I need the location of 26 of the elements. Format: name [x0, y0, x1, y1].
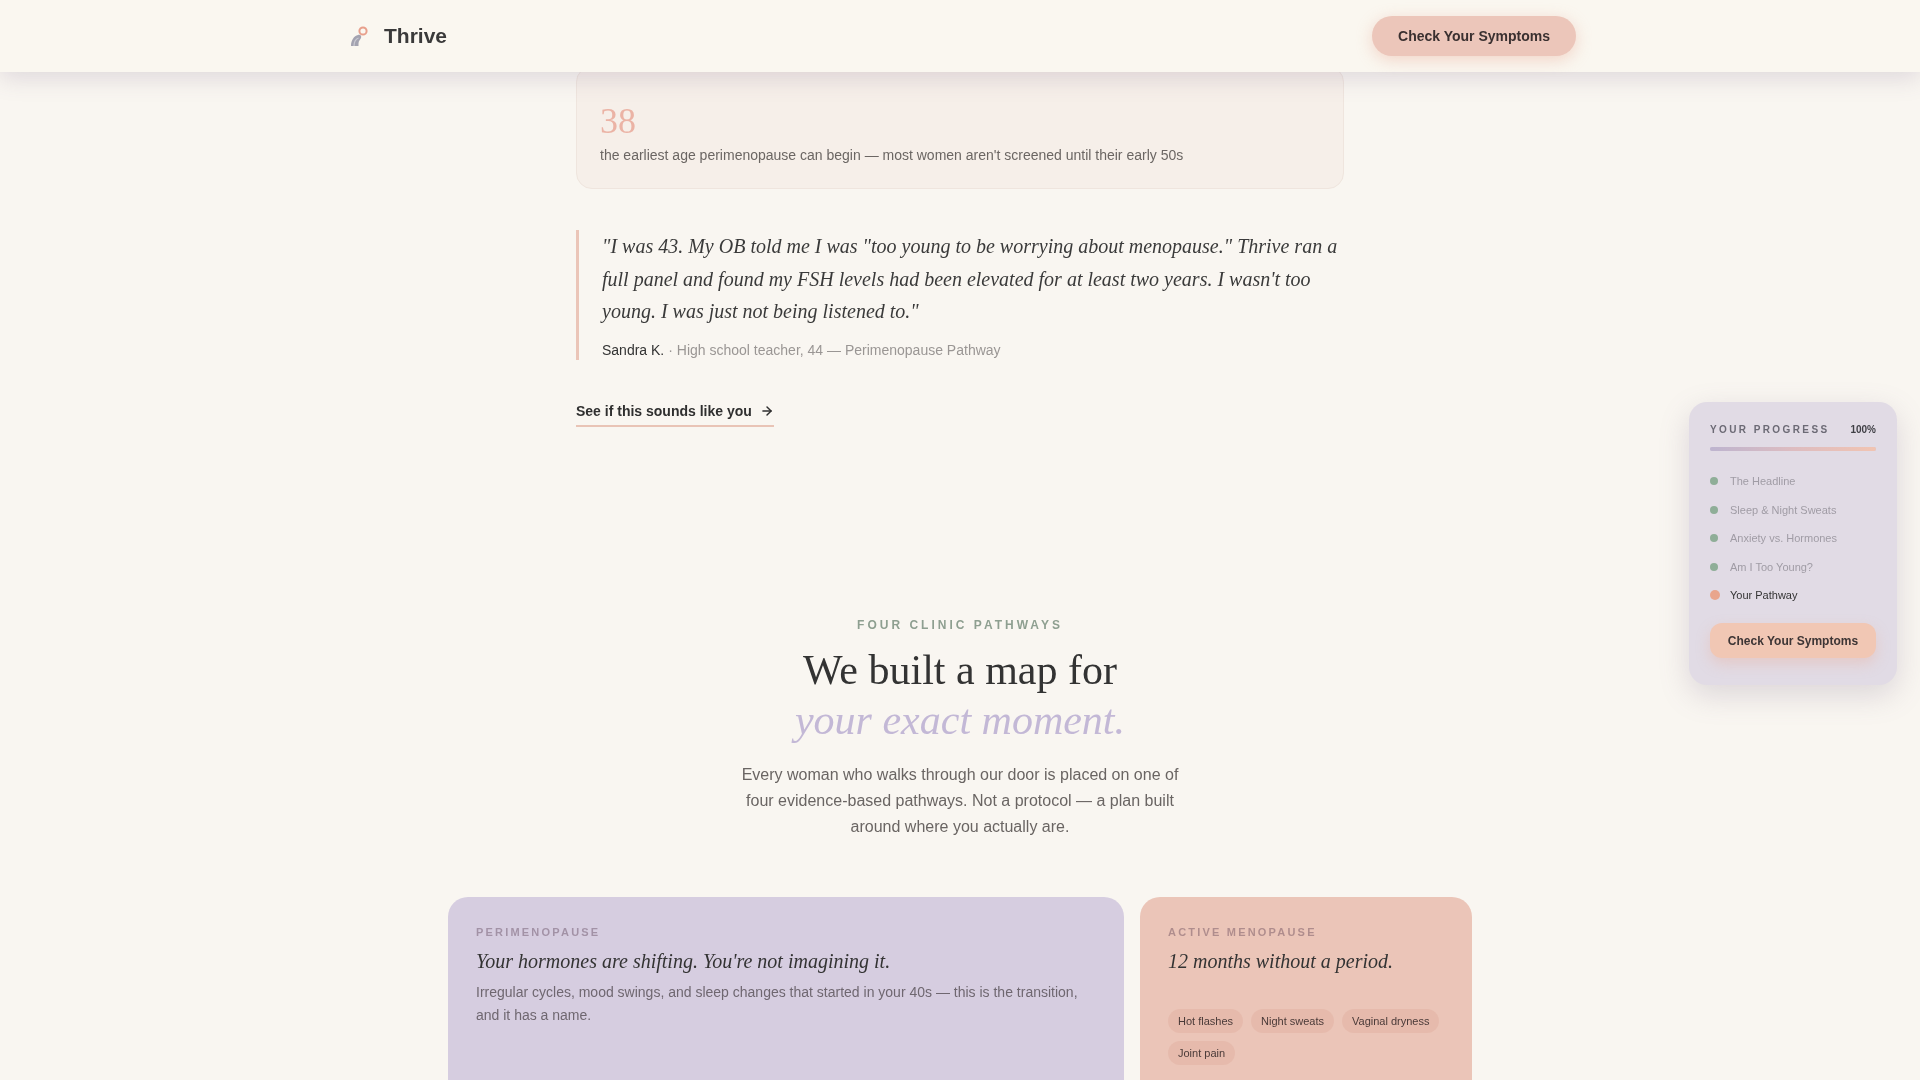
card-title: 12 months without a period. — [1168, 948, 1393, 975]
symptom-tag: Hot flashes — [1168, 1008, 1244, 1033]
symptom-tag: Vaginal dryness — [1342, 1008, 1440, 1033]
card-title: Your hormones are shifting. You're not imagining it. — [476, 948, 891, 975]
symptom-tag: Joint pain — [1168, 1040, 1236, 1065]
progress-title: YOUR PROGRESS — [1710, 423, 1830, 437]
card-eyebrow: PERIMENOPAUSE — [476, 924, 601, 939]
section-eyebrow: FOUR CLINIC PATHWAYS — [857, 616, 1063, 633]
quote-text: "I was 43. My OB told me I was "too young to be worrying about menopause." Thrive ran a full panel and found my FSH levels had been elevated for at least two years. I wasn't too young. I was just not being listened to." — [602, 234, 1339, 325]
brand-name: Thrive — [384, 23, 448, 49]
progress-percent: 100% — [1850, 423, 1876, 437]
check-symptoms-button[interactable]: Check Your Symptoms — [1710, 623, 1876, 658]
section-intro: Every woman who walks through our door is placed on one of four evidence-based pathways. Not a protocol — a plan built around where you actually are. — [740, 764, 1180, 837]
card-eyebrow: ACTIVE MENOPAUSE — [1168, 924, 1317, 939]
stat-value: 38 — [600, 100, 636, 143]
stat-caption: the earliest age perimenopause can begin — most women aren't screened until their early 50s — [600, 146, 1184, 165]
section-title: We built a map for — [802, 645, 1118, 695]
card-description: Irregular cycles, mood swings, and sleep changes that started in your 40s — this is the transition, and it has a name. — [476, 982, 1079, 1025]
progress-step[interactable]: Your Pathway — [1730, 587, 1798, 603]
check-symptoms-button[interactable]: Check Your Symptoms — [1372, 16, 1576, 56]
author-detail: · High school teacher, 44 — Perimenopause Pathway — [668, 340, 1001, 360]
sounds-like-you-link[interactable]: See if this sounds like you — [576, 400, 774, 427]
arrow-right-icon — [759, 403, 774, 418]
symptom-tag: Night sweats — [1251, 1008, 1334, 1033]
logo-icon — [349, 25, 369, 47]
author-name: Sandra K. — [602, 340, 665, 360]
